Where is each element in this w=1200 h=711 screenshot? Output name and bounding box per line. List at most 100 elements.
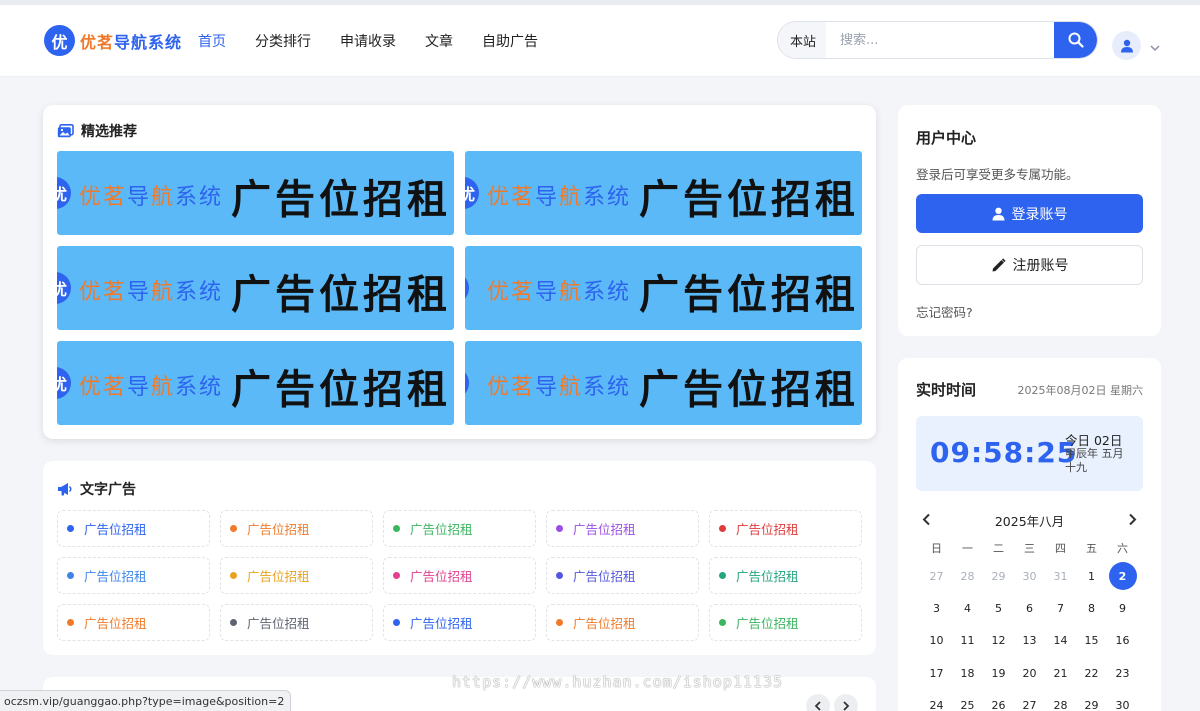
lunar-date: 甲辰年 五月十九 (1065, 447, 1124, 474)
chevron-right-icon (1129, 513, 1137, 526)
calendar-day[interactable]: 5 (983, 592, 1014, 624)
calendar-day-number: 4 (964, 602, 971, 616)
calendar-day[interactable]: 9 (1107, 592, 1138, 624)
text-ad-item[interactable]: 广告位招租 (220, 604, 373, 641)
register-button[interactable]: 注册账号 (916, 245, 1143, 285)
calendar-next-button[interactable] (1128, 511, 1137, 530)
calendar-day[interactable]: 22 (1076, 657, 1107, 689)
calendar-day[interactable]: 26 (983, 690, 1014, 711)
text-ad-item[interactable]: 广告位招租 (220, 510, 373, 547)
calendar-day-number: 10 (929, 634, 944, 648)
calendar-day[interactable]: 4 (952, 592, 983, 624)
banner-ad-1[interactable]: 优 优茗导航系统 广告位招租 (57, 151, 454, 235)
calendar-day[interactable]: 31 (1045, 560, 1076, 592)
calendar-day[interactable]: 10 (921, 625, 952, 657)
calendar-day[interactable]: 30 (1014, 560, 1045, 592)
calendar-day[interactable]: 13 (1014, 625, 1045, 657)
calendar-day[interactable]: 6 (1014, 592, 1045, 624)
bullet-dot-icon (719, 525, 726, 532)
text-ad-item[interactable]: 广告位招租 (546, 510, 699, 547)
text-ad-item[interactable]: 广告位招租 (546, 557, 699, 594)
banner-text: 广告位招租 (639, 271, 859, 318)
calendar-day[interactable]: 3 (921, 592, 952, 624)
banner-ad-6[interactable]: 优 优茗导航系统 广告位招租 (465, 341, 862, 425)
nav-articles[interactable]: 文章 (425, 31, 453, 51)
login-button[interactable]: 登录账号 (916, 194, 1143, 233)
calendar-day[interactable]: 24 (921, 690, 952, 711)
search-icon (1068, 32, 1084, 48)
calendar-day[interactable]: 17 (921, 657, 952, 689)
calendar-day-number: 15 (1084, 634, 1099, 648)
text-ads-grid: 广告位招租 广告位招租 广告位招租 广告位招租 广告位招租 广告位招租 广告位招租 广告位招租… (57, 510, 862, 641)
calendar-weekday: 五 (1086, 542, 1097, 555)
forgot-password-link[interactable]: 忘记密码? (916, 302, 973, 321)
calendar-day[interactable]: 28 (952, 560, 983, 592)
calendar-day[interactable]: 29 (983, 560, 1014, 592)
nav-home[interactable]: 首页 (198, 31, 226, 51)
site-logo[interactable]: 优 优茗导航系统 (44, 25, 182, 56)
text-ad-label: 广告位招租 (410, 522, 473, 537)
nav-category-ranking[interactable]: 分类排行 (255, 31, 311, 51)
calendar-day[interactable]: 23 (1107, 657, 1138, 689)
calendar-day[interactable]: 15 (1076, 625, 1107, 657)
calendar-day[interactable]: 16 (1107, 625, 1138, 657)
calendar-day[interactable]: 30 (1107, 690, 1138, 711)
search-button[interactable] (1054, 22, 1097, 58)
calendar-day[interactable]: 18 (952, 657, 983, 689)
calendar-day[interactable]: 11 (952, 625, 983, 657)
calendar-day[interactable]: 7 (1045, 592, 1076, 624)
nav-self-service-ads[interactable]: 自助广告 (482, 31, 538, 51)
calendar-day[interactable]: 27 (1014, 690, 1045, 711)
text-ad-item[interactable]: 广告位招租 (709, 510, 862, 547)
bullet-dot-icon (230, 525, 237, 532)
text-ad-item[interactable]: 广告位招租 (220, 557, 373, 594)
calendar-day[interactable]: 28 (1045, 690, 1076, 711)
calendar-day[interactable]: 1 (1076, 560, 1107, 592)
banner-text: 广告位招租 (639, 366, 859, 413)
next-page-button[interactable] (834, 694, 858, 711)
text-ad-item[interactable]: 广告位招租 (709, 604, 862, 641)
search-input[interactable] (826, 22, 1054, 58)
banner-ad-5[interactable]: 优 优茗导航系统 广告位招租 (57, 341, 454, 425)
featured-header: 精选推荐 (57, 121, 137, 141)
realtime-card: 实时时间 2025年08月02日 星期六 09:58:25 今日 02日 甲辰年… (898, 358, 1161, 711)
banner-ad-3[interactable]: 优 优茗导航系统 广告位招租 (57, 246, 454, 330)
calendar-prev-button[interactable] (922, 511, 931, 530)
calendar-day-number: 27 (929, 569, 944, 583)
text-ad-label: 广告位招租 (736, 616, 799, 631)
text-ad-item[interactable]: 广告位招租 (383, 557, 536, 594)
calendar-day[interactable]: 8 (1076, 592, 1107, 624)
calendar-day[interactable]: 20 (1014, 657, 1045, 689)
text-ad-item[interactable]: 广告位招租 (57, 557, 210, 594)
user-menu-caret[interactable] (1150, 37, 1160, 56)
chevron-left-icon (814, 701, 821, 711)
text-ad-item[interactable]: 广告位招租 (709, 557, 862, 594)
text-ad-item[interactable]: 广告位招租 (546, 604, 699, 641)
calendar-day[interactable]: 29 (1076, 690, 1107, 711)
calendar-day[interactable]: 25 (952, 690, 983, 711)
search-scope-select[interactable]: 本站 (778, 22, 826, 58)
text-ad-label: 广告位招租 (573, 616, 636, 631)
realtime-date: 2025年08月02日 星期六 (1017, 384, 1144, 397)
banner-ad-4[interactable]: 优 优茗导航系统 广告位招租 (465, 246, 862, 330)
nav-apply-listing[interactable]: 申请收录 (340, 31, 396, 51)
text-ad-item[interactable]: 广告位招租 (383, 510, 536, 547)
text-ad-item[interactable]: 广告位招租 (383, 604, 536, 641)
text-ad-item[interactable]: 广告位招租 (57, 604, 210, 641)
text-ad-label: 广告位招租 (247, 522, 310, 537)
calendar-day[interactable]: 21 (1045, 657, 1076, 689)
calendar-day[interactable]: 12 (983, 625, 1014, 657)
prev-page-button[interactable] (806, 694, 830, 711)
banner-ad-2[interactable]: 优 优茗导航系统 广告位招租 (465, 151, 862, 235)
calendar-day-number: 13 (1022, 634, 1037, 648)
calendar-day[interactable]: 27 (921, 560, 952, 592)
site-header: 优 优茗导航系统 首页 分类排行 申请收录 文章 自助广告 本站 (0, 5, 1200, 77)
text-ad-label: 广告位招租 (410, 569, 473, 584)
calendar-day-number: 23 (1115, 666, 1130, 680)
user-avatar-button[interactable] (1112, 31, 1141, 60)
calendar-day[interactable]: 14 (1045, 625, 1076, 657)
calendar-day[interactable]: 19 (983, 657, 1014, 689)
banner-logo: 优 (57, 177, 71, 209)
text-ad-item[interactable]: 广告位招租 (57, 510, 210, 547)
calendar-day-today[interactable]: 2 (1107, 560, 1138, 592)
